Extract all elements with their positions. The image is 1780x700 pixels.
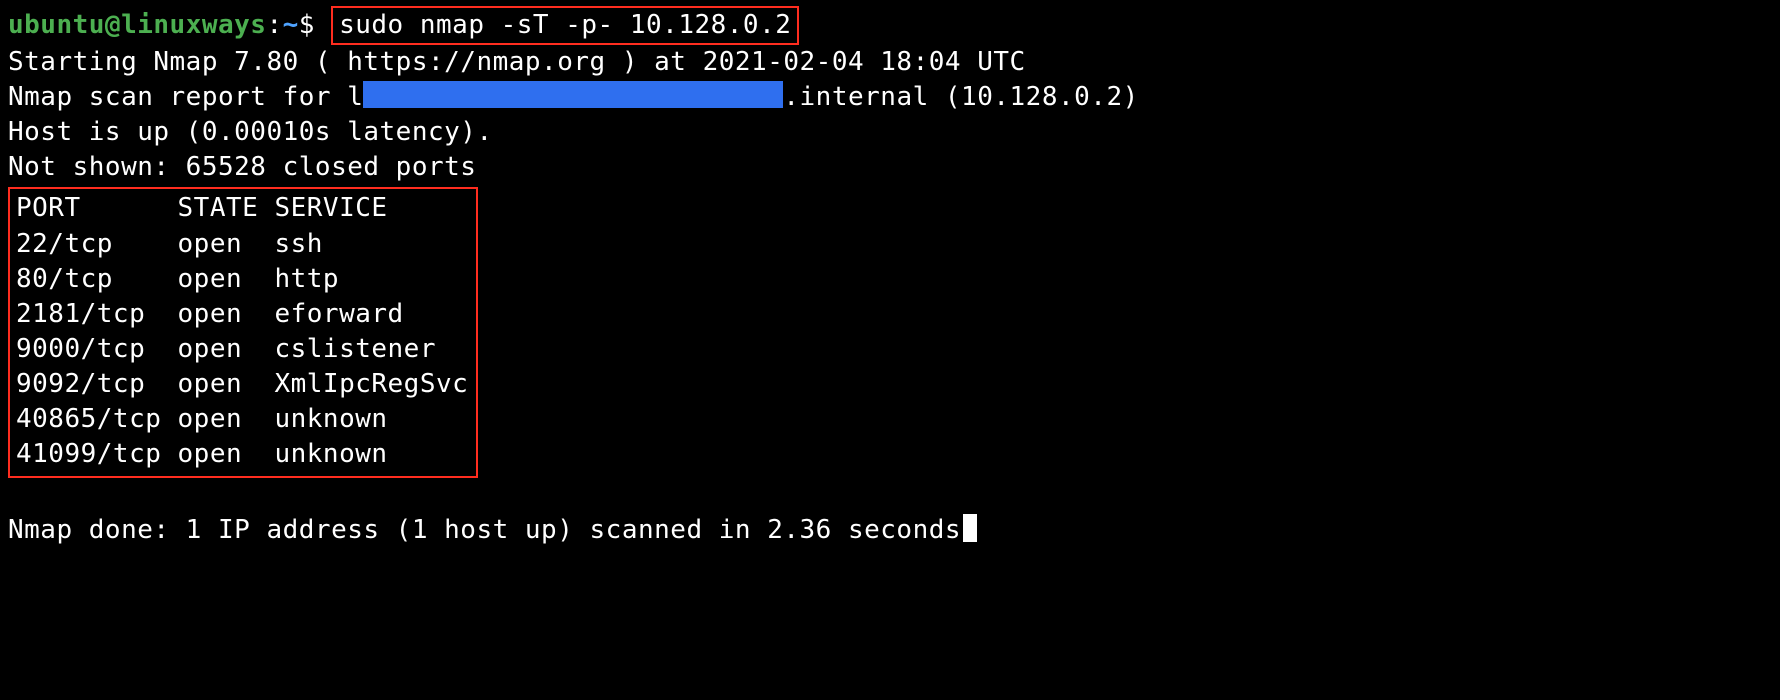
prompt-path: ~	[283, 10, 299, 40]
prompt-host: linuxways	[121, 10, 266, 40]
prompt-sep: :	[266, 10, 282, 40]
output-scan-report: Nmap scan report for l .internal (10.128.…	[8, 80, 1772, 115]
scan-report-post: .internal (10.128.0.2)	[783, 82, 1138, 112]
output-host-up: Host is up (0.00010s latency).	[8, 115, 1772, 150]
terminal-cursor[interactable]	[963, 514, 977, 543]
command-highlight-box: sudo nmap -sT -p- 10.128.0.2	[331, 6, 799, 45]
terminal-line-command: ubuntu@linuxways:~$ sudo nmap -sT -p- 10…	[8, 6, 1772, 45]
redacted-hostname	[363, 81, 783, 108]
blank-line	[8, 478, 1772, 513]
done-text: Nmap done: 1 IP address (1 host up) scan…	[8, 515, 961, 545]
prompt-at: @	[105, 10, 121, 40]
prompt-dollar: $	[299, 10, 315, 40]
port-table: PORT STATE SERVICE 22/tcp open ssh 80/tc…	[16, 191, 468, 472]
output-not-shown: Not shown: 65528 closed ports	[8, 150, 1772, 185]
port-results-box: PORT STATE SERVICE 22/tcp open ssh 80/tc…	[8, 187, 478, 478]
output-starting: Starting Nmap 7.80 ( https://nmap.org ) …	[8, 45, 1772, 80]
prompt-user: ubuntu	[8, 10, 105, 40]
scan-report-pre: Nmap scan report for l	[8, 82, 363, 112]
output-done: Nmap done: 1 IP address (1 host up) scan…	[8, 513, 1772, 548]
command-text[interactable]: sudo nmap -sT -p- 10.128.0.2	[339, 10, 791, 40]
